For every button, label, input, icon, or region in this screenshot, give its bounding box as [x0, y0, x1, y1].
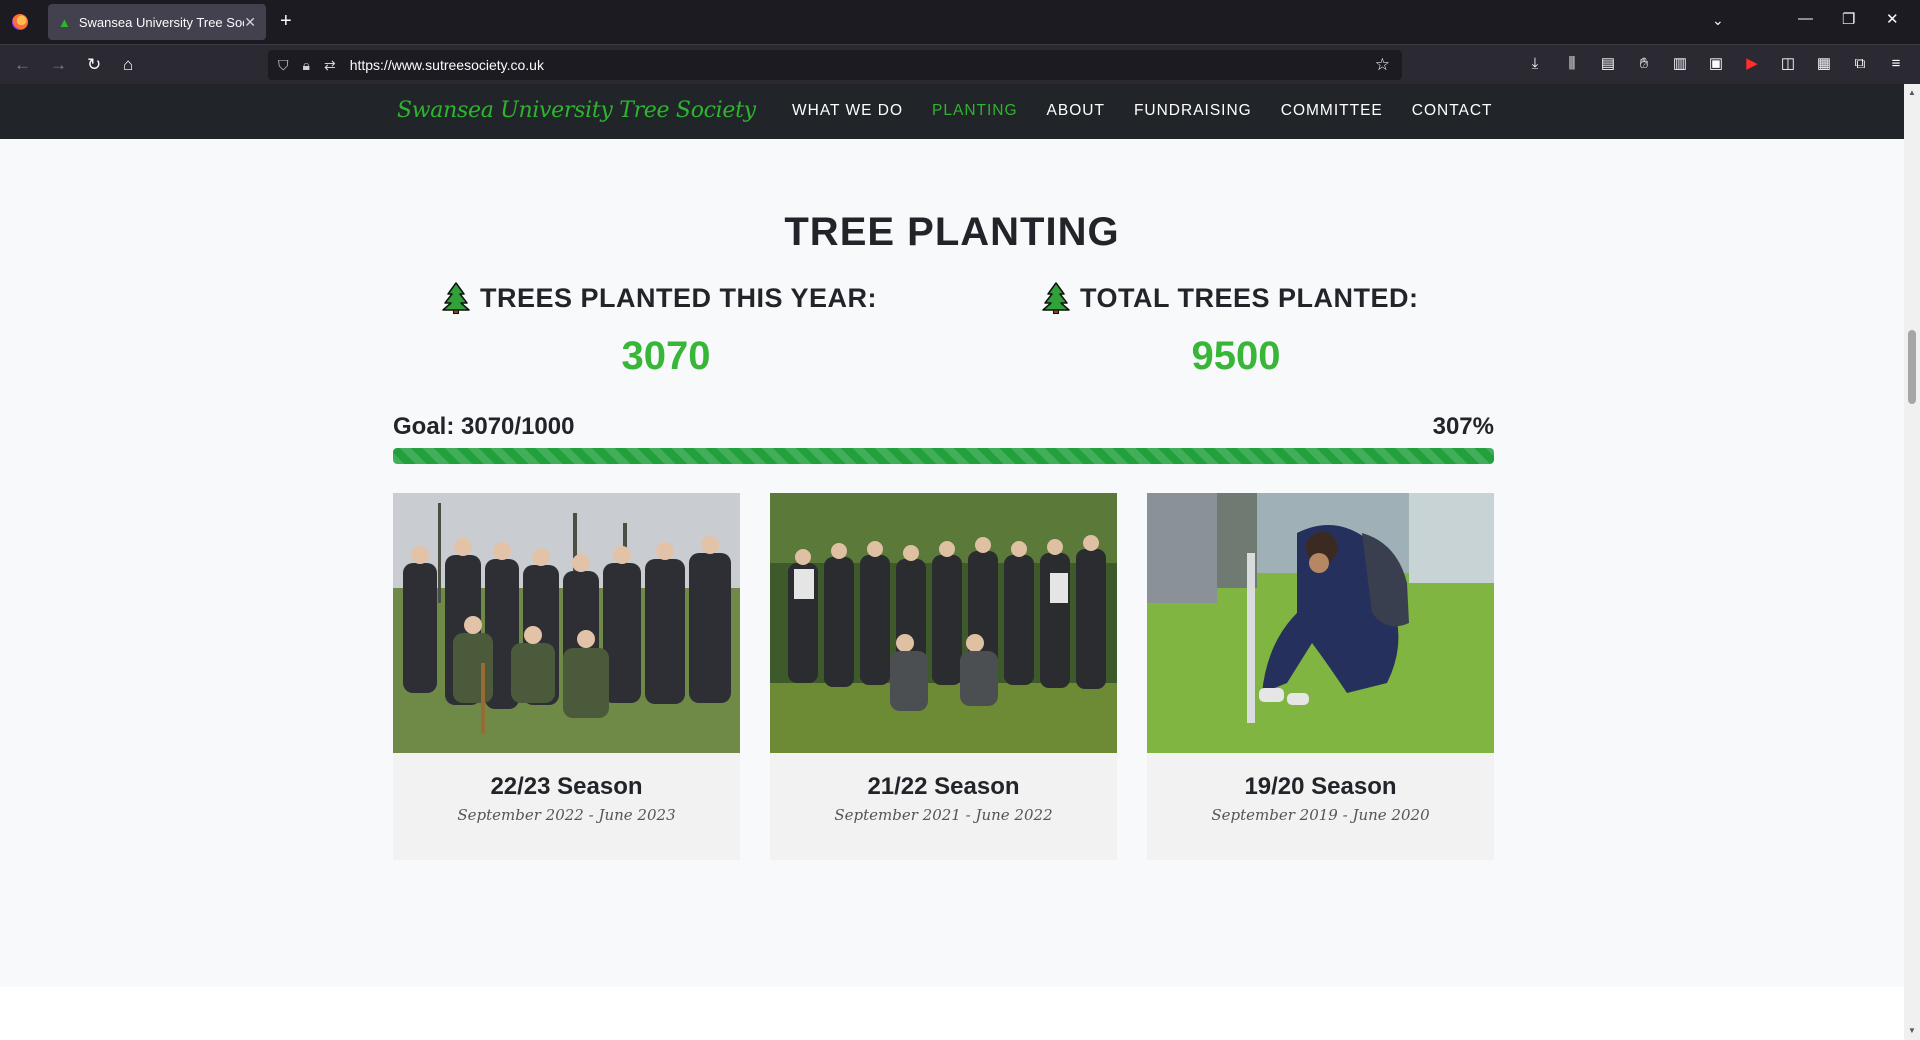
- menu-committee[interactable]: COMMITTEE: [1281, 102, 1383, 120]
- sidebar-icon[interactable]: ▤: [1599, 55, 1617, 73]
- season-card[interactable]: 22/23 Season September 2022 - June 2023: [393, 493, 740, 860]
- list-all-tabs-icon[interactable]: ⌄: [1712, 12, 1724, 29]
- scroll-down-icon[interactable]: ▼: [1908, 1026, 1916, 1035]
- extension-glasses-icon[interactable]: ◫: [1779, 55, 1797, 73]
- next-section: [0, 987, 1904, 1040]
- downloads-icon[interactable]: ⤓: [1526, 55, 1544, 73]
- reader-icon[interactable]: ▦: [1815, 55, 1833, 73]
- goal-progress-bar: [393, 448, 1494, 464]
- season-dates: September 2021 - June 2022: [834, 806, 1053, 824]
- season-cards: 22/23 Season September 2022 - June 2023: [393, 493, 1494, 860]
- extension-translate-icon[interactable]: ▣: [1707, 55, 1725, 73]
- trees-this-year-label: TREES PLANTED THIS YEAR:: [442, 282, 877, 314]
- tab-title: Swansea University Tree Society: [78, 14, 244, 30]
- youtube-extension-icon[interactable]: ▶: [1743, 55, 1761, 73]
- forward-icon[interactable]: →: [50, 55, 67, 75]
- trees-this-year-value: 3070: [621, 334, 711, 378]
- total-trees-label: TOTAL TREES PLANTED:: [1042, 282, 1419, 314]
- page-viewport: Swansea University Tree Society WHAT WE …: [0, 84, 1904, 1040]
- site-menu: WHAT WE DO PLANTING ABOUT FUNDRAISING CO…: [792, 102, 1522, 120]
- goal-progress-fill: [393, 448, 1494, 464]
- menu-what-we-do[interactable]: WHAT WE DO: [792, 102, 903, 120]
- site-navbar: Swansea University Tree Society WHAT WE …: [0, 84, 1904, 139]
- season-card[interactable]: 21/22 Season September 2021 - June 2022: [770, 493, 1117, 860]
- scroll-thumb[interactable]: [1908, 330, 1916, 404]
- firefox-logo-icon[interactable]: [12, 14, 28, 30]
- site-brand[interactable]: Swansea University Tree Society: [397, 98, 756, 123]
- extension-ruler-icon[interactable]: ▥: [1671, 55, 1689, 73]
- url-text[interactable]: https://www.sutreesociety.co.uk: [350, 57, 1375, 73]
- minimize-icon[interactable]: —: [1798, 10, 1813, 27]
- menu-contact[interactable]: CONTACT: [1412, 102, 1493, 120]
- total-trees-value: 9500: [1191, 334, 1281, 378]
- extensions-puzzle-icon[interactable]: ⧉: [1851, 55, 1869, 73]
- menu-fundraising[interactable]: FUNDRAISING: [1134, 102, 1252, 120]
- menu-planting[interactable]: PLANTING: [932, 102, 1018, 120]
- menu-hamburger-icon[interactable]: ≡: [1887, 55, 1905, 73]
- back-icon[interactable]: ←: [14, 55, 31, 75]
- season-dates: September 2022 - June 2023: [457, 806, 676, 824]
- goal-text: Goal: 3070/1000: [393, 413, 575, 440]
- reload-icon[interactable]: ↻: [87, 55, 101, 75]
- bookmark-star-icon[interactable]: ☆: [1375, 55, 1390, 75]
- group-photo-woodland: [770, 493, 1117, 753]
- browser-toolbar: ← → ↻ ⌂ ⛉ 🔒︎ ⇄ https://www.sutreesociety…: [0, 44, 1920, 84]
- permissions-icon[interactable]: ⇄: [324, 57, 336, 74]
- page-scrollbar[interactable]: ▲ ▼: [1904, 84, 1920, 1040]
- extension-icon[interactable]: ✋︎: [1635, 55, 1653, 73]
- close-tab-icon[interactable]: ✕: [244, 14, 256, 31]
- season-title: 19/20 Season: [1244, 773, 1397, 800]
- menu-about[interactable]: ABOUT: [1047, 102, 1105, 120]
- restore-icon[interactable]: ❐: [1842, 10, 1855, 28]
- season-title: 21/22 Season: [867, 773, 1020, 800]
- total-trees-text: TOTAL TREES PLANTED:: [1080, 282, 1419, 313]
- evergreen-tree-icon: [442, 282, 470, 314]
- lock-icon[interactable]: 🔒︎: [303, 57, 310, 74]
- new-tab-icon[interactable]: +: [280, 10, 292, 32]
- shield-icon[interactable]: ⛉: [278, 57, 289, 74]
- season-dates: September 2019 - June 2020: [1211, 806, 1430, 824]
- goal-percent: 307%: [1432, 413, 1494, 440]
- group-photo-volunteers: [393, 493, 740, 753]
- season-card[interactable]: 19/20 Season September 2019 - June 2020: [1147, 493, 1494, 860]
- close-window-icon[interactable]: ✕: [1886, 10, 1899, 28]
- trees-this-year-text: TREES PLANTED THIS YEAR:: [480, 282, 878, 313]
- season-title: 22/23 Season: [490, 773, 643, 800]
- home-icon[interactable]: ⌂: [123, 55, 133, 75]
- browser-tab[interactable]: ▲ Swansea University Tree Society ✕: [48, 4, 266, 40]
- evergreen-tree-icon: [1042, 282, 1070, 314]
- library-icon[interactable]: ⫼: [1563, 55, 1581, 73]
- photo-planting-sapling: [1147, 493, 1494, 753]
- url-bar[interactable]: ⛉ 🔒︎ ⇄ https://www.sutreesociety.co.uk ☆: [268, 50, 1402, 80]
- scroll-up-icon[interactable]: ▲: [1908, 88, 1916, 97]
- section-title: TREE PLANTING: [784, 210, 1120, 254]
- browser-tab-bar: ▲ Swansea University Tree Society ✕ + ⌄ …: [0, 0, 1920, 44]
- tree-favicon-icon: ▲: [58, 14, 71, 30]
